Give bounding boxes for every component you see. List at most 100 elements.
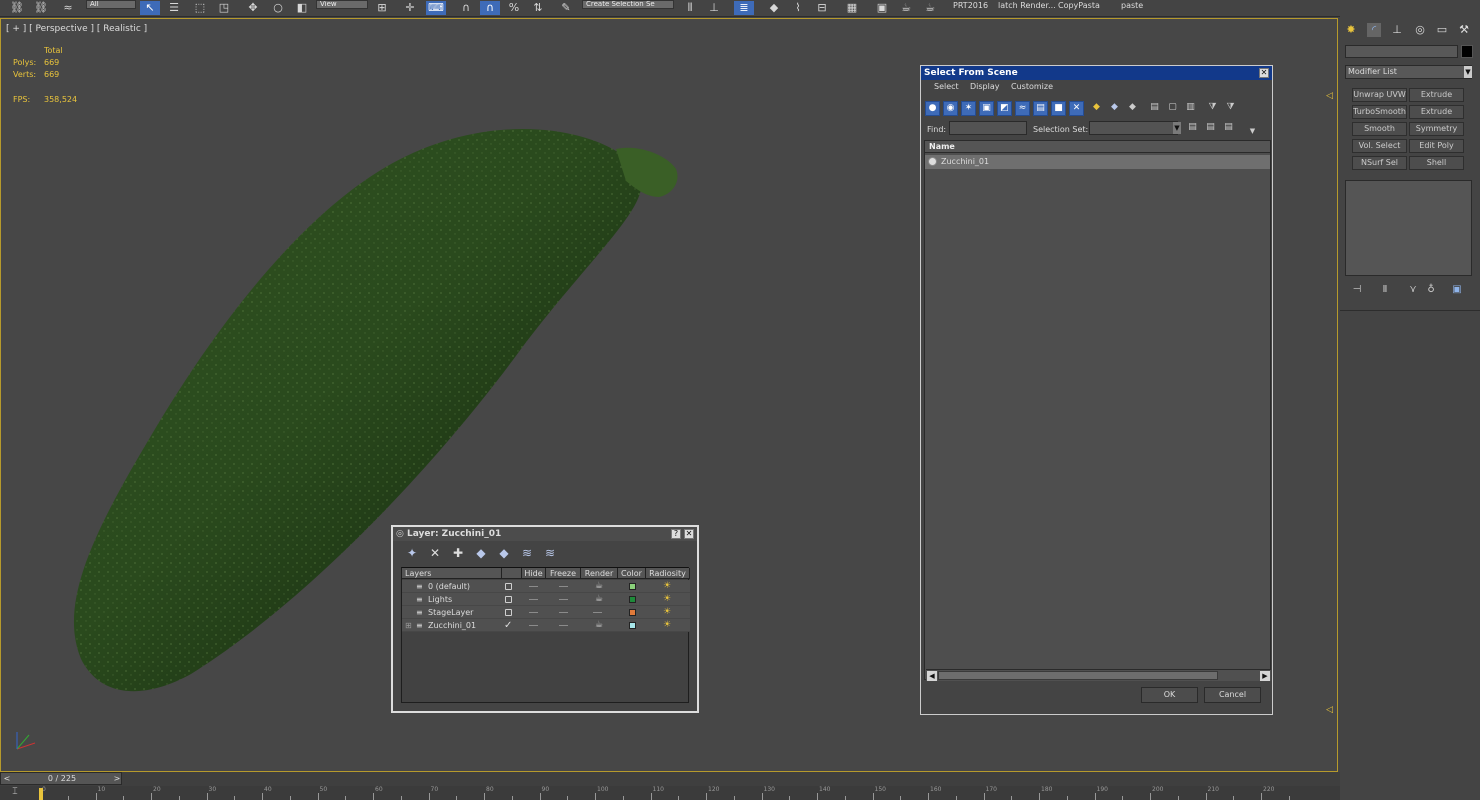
chevron-down-icon[interactable]: ▼: [1173, 122, 1181, 134]
viewport-label[interactable]: [ + ] [ Perspective ] [ Realistic ]: [6, 24, 147, 34]
remove-from-selection-set-icon[interactable]: ▤: [1221, 121, 1236, 136]
modifier-button-symmetry[interactable]: Symmetry: [1409, 122, 1464, 136]
time-slider[interactable]: < 0 / 225 >: [0, 772, 122, 785]
layer-manager-icon[interactable]: ≣: [734, 1, 754, 15]
ok-button[interactable]: OK: [1141, 687, 1198, 703]
list-item[interactable]: Zucchini_01: [925, 155, 1270, 169]
cancel-button[interactable]: Cancel: [1204, 687, 1261, 703]
radiosity-column-header[interactable]: Radiosity: [646, 568, 690, 579]
scrollbar-thumb[interactable]: [938, 671, 1218, 680]
expand-layer-icon[interactable]: ⊞: [405, 619, 412, 632]
modifier-button-vol-select[interactable]: Vol. Select: [1352, 139, 1407, 153]
add-to-layer-icon[interactable]: ✚: [451, 546, 465, 560]
radiosity-sun-icon[interactable]: ☀: [662, 620, 672, 630]
motion-tab-icon[interactable]: ◎: [1413, 23, 1427, 37]
unlink-icon[interactable]: ⛓: [32, 1, 50, 15]
freeze-toggle[interactable]: [559, 612, 568, 613]
freeze-toggle[interactable]: [559, 625, 568, 626]
radiosity-sun-icon[interactable]: ☀: [662, 607, 672, 617]
select-by-name-icon[interactable]: ☰: [164, 1, 184, 15]
layer-color-swatch[interactable]: [629, 583, 636, 590]
hide-toggle[interactable]: [529, 599, 538, 600]
delete-layer-icon[interactable]: ✕: [428, 546, 442, 560]
create-selection-set-icon[interactable]: ▤: [1185, 121, 1200, 136]
radiosity-sun-icon[interactable]: ☀: [662, 581, 672, 591]
schematic-view-icon[interactable]: ⊟: [812, 1, 832, 15]
select-object-icon[interactable]: ↖: [140, 1, 160, 15]
select-objects-in-layer-icon[interactable]: ◆: [474, 546, 488, 560]
layer-color-swatch[interactable]: [629, 596, 636, 603]
toolbar-overflow-icon[interactable]: ▼: [1245, 125, 1260, 140]
highlight-layer-icon[interactable]: ◆: [497, 546, 511, 560]
display-helpers-icon[interactable]: ◩: [997, 101, 1012, 116]
scale-icon[interactable]: ◧: [292, 1, 312, 15]
scroll-left-icon[interactable]: ◀: [927, 671, 937, 681]
display-space-warps-icon[interactable]: ≈: [1015, 101, 1030, 116]
spinner-snap-icon[interactable]: ⇅: [528, 1, 548, 15]
current-layer-checkbox[interactable]: [505, 609, 512, 616]
current-layer-checkbox[interactable]: [505, 583, 512, 590]
select-none-icon[interactable]: ▢: [1165, 101, 1180, 116]
rendered-frame-window-icon[interactable]: ☕: [896, 1, 916, 15]
graphite-tools-icon[interactable]: ◆: [764, 1, 784, 15]
display-shapes-icon[interactable]: ◉: [943, 101, 958, 116]
select-dialog-close-button[interactable]: ✕: [1259, 68, 1269, 78]
hide-all-layers-icon[interactable]: ≋: [520, 546, 534, 560]
bind-space-warp-icon[interactable]: ≈: [58, 1, 78, 15]
modifier-button-unwrap-uvw[interactable]: Unwrap UVW: [1352, 88, 1407, 102]
snaps-toggle-icon[interactable]: ∩: [456, 1, 476, 15]
reference-coordinate-dropdown[interactable]: View: [316, 0, 368, 9]
pin-stack-icon[interactable]: ⊣: [1350, 284, 1364, 296]
show-end-result-icon[interactable]: Ⅱ: [1378, 284, 1392, 296]
move-icon[interactable]: ✥: [243, 1, 263, 15]
display-groups-icon[interactable]: ▤: [1033, 101, 1048, 116]
horizontal-scrollbar[interactable]: ◀ ▶: [926, 669, 1271, 681]
angle-snap-icon[interactable]: ∩: [480, 1, 500, 15]
filter-options-icon[interactable]: ⧩: [1223, 101, 1238, 116]
material-editor-icon[interactable]: ▦: [842, 1, 862, 15]
name-column-header[interactable]: Name: [925, 141, 1270, 153]
rectangular-selection-icon[interactable]: ⬚: [190, 1, 210, 15]
track-bar-mini-curve-icon[interactable]: ⌶: [8, 787, 22, 798]
display-tab-icon[interactable]: ▭: [1435, 23, 1449, 37]
create-tab-icon[interactable]: ✸: [1344, 23, 1358, 37]
freeze-column-header[interactable]: Freeze: [546, 568, 581, 579]
select-all-icon[interactable]: ▤: [1147, 101, 1162, 116]
window-crossing-icon[interactable]: ◳: [214, 1, 234, 15]
add-to-selection-set-icon[interactable]: ▤: [1203, 121, 1218, 136]
render-column-header[interactable]: Render: [581, 568, 618, 579]
render-setup-icon[interactable]: ▣: [872, 1, 892, 15]
display-lights-icon[interactable]: ✶: [961, 101, 976, 116]
color-column-header[interactable]: Color: [618, 568, 646, 579]
toolbar-label-paste[interactable]: paste: [1121, 1, 1143, 11]
layer-dialog-titlebar[interactable]: ◎ Layer: Zucchini_01: [393, 527, 697, 541]
scroll-right-icon[interactable]: ▶: [1260, 671, 1270, 681]
menu-customize[interactable]: Customize: [1011, 82, 1053, 91]
select-manipulate-icon[interactable]: ✛: [400, 1, 420, 15]
current-layer-checkbox[interactable]: [505, 596, 512, 603]
current-layer-checkmark-icon[interactable]: ✓: [504, 619, 512, 632]
hierarchy-tab-icon[interactable]: ⊥: [1390, 23, 1404, 37]
mirror-icon[interactable]: ⫴: [680, 1, 700, 15]
render-toggle[interactable]: [593, 612, 602, 613]
selection-set-dropdown[interactable]: [1089, 121, 1178, 135]
layer-dialog-close-button[interactable]: ✕: [684, 529, 694, 539]
hide-toggle[interactable]: [529, 625, 538, 626]
select-from-scene-titlebar[interactable]: Select From Scene: [921, 66, 1272, 80]
next-frame-button[interactable]: >: [112, 774, 122, 784]
remove-modifier-icon[interactable]: ♁: [1424, 284, 1438, 296]
layer-row[interactable]: ≡ StageLayer ☀: [402, 606, 690, 619]
modifier-stack-view[interactable]: [1345, 180, 1472, 276]
link-icon[interactable]: ⛓: [8, 1, 26, 15]
utilities-tab-icon[interactable]: ⚒: [1457, 23, 1471, 37]
object-name-field[interactable]: [1345, 45, 1458, 58]
layers-column-header[interactable]: Layers: [402, 568, 502, 579]
modifier-button-shell[interactable]: Shell: [1409, 156, 1464, 170]
modifier-list-dropdown[interactable]: Modifier List ▼: [1345, 65, 1472, 79]
layer-dialog-help-button[interactable]: ?: [671, 529, 681, 539]
find-input[interactable]: [949, 121, 1027, 135]
display-xrefs-icon[interactable]: ■: [1051, 101, 1066, 116]
render-production-icon[interactable]: ☕: [920, 1, 940, 15]
render-teapot-icon[interactable]: ☕: [593, 580, 605, 592]
align-icon[interactable]: ⊥: [704, 1, 724, 15]
